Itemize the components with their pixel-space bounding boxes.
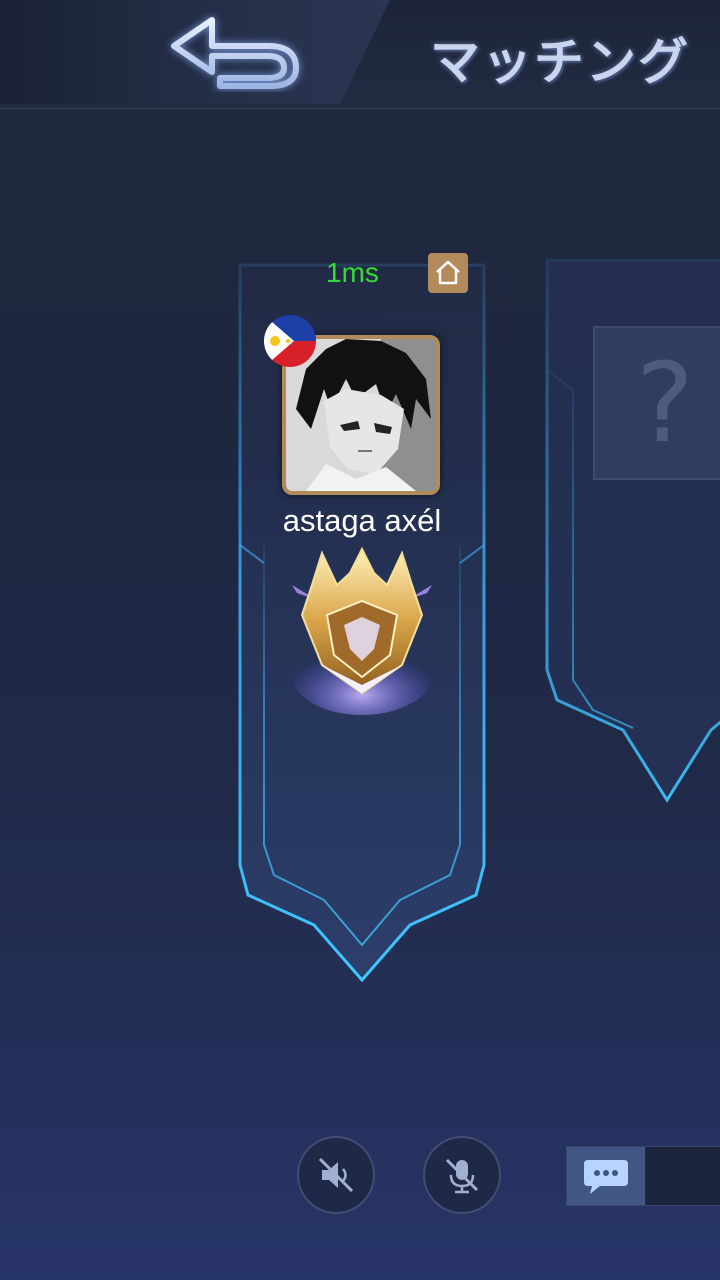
home-badge (428, 253, 468, 293)
ping-label: 1ms (326, 257, 379, 288)
speaker-muted-icon (318, 1157, 354, 1193)
empty-player-slot: ? (543, 250, 720, 810)
player-name: astaga axél (282, 503, 442, 538)
mute-sound-button[interactable] (297, 1136, 375, 1214)
chat-bar (566, 1146, 720, 1206)
mic-muted-icon (445, 1158, 479, 1194)
avatar-image (286, 339, 436, 491)
unknown-player-avatar: ? (593, 326, 720, 480)
chat-button[interactable] (567, 1147, 645, 1205)
philippines-flag-icon (264, 315, 316, 367)
player-card: 1ms astaga axél (234, 245, 490, 985)
mute-mic-button[interactable] (423, 1136, 501, 1214)
chat-bubble-icon (584, 1160, 628, 1194)
back-button[interactable] (160, 12, 310, 92)
mythic-rank-emblem-icon (282, 545, 442, 720)
top-bar: マッチング (0, 0, 720, 109)
home-icon (436, 260, 460, 285)
back-arrow-icon (171, 17, 299, 89)
page-title: マッチング (430, 32, 690, 91)
